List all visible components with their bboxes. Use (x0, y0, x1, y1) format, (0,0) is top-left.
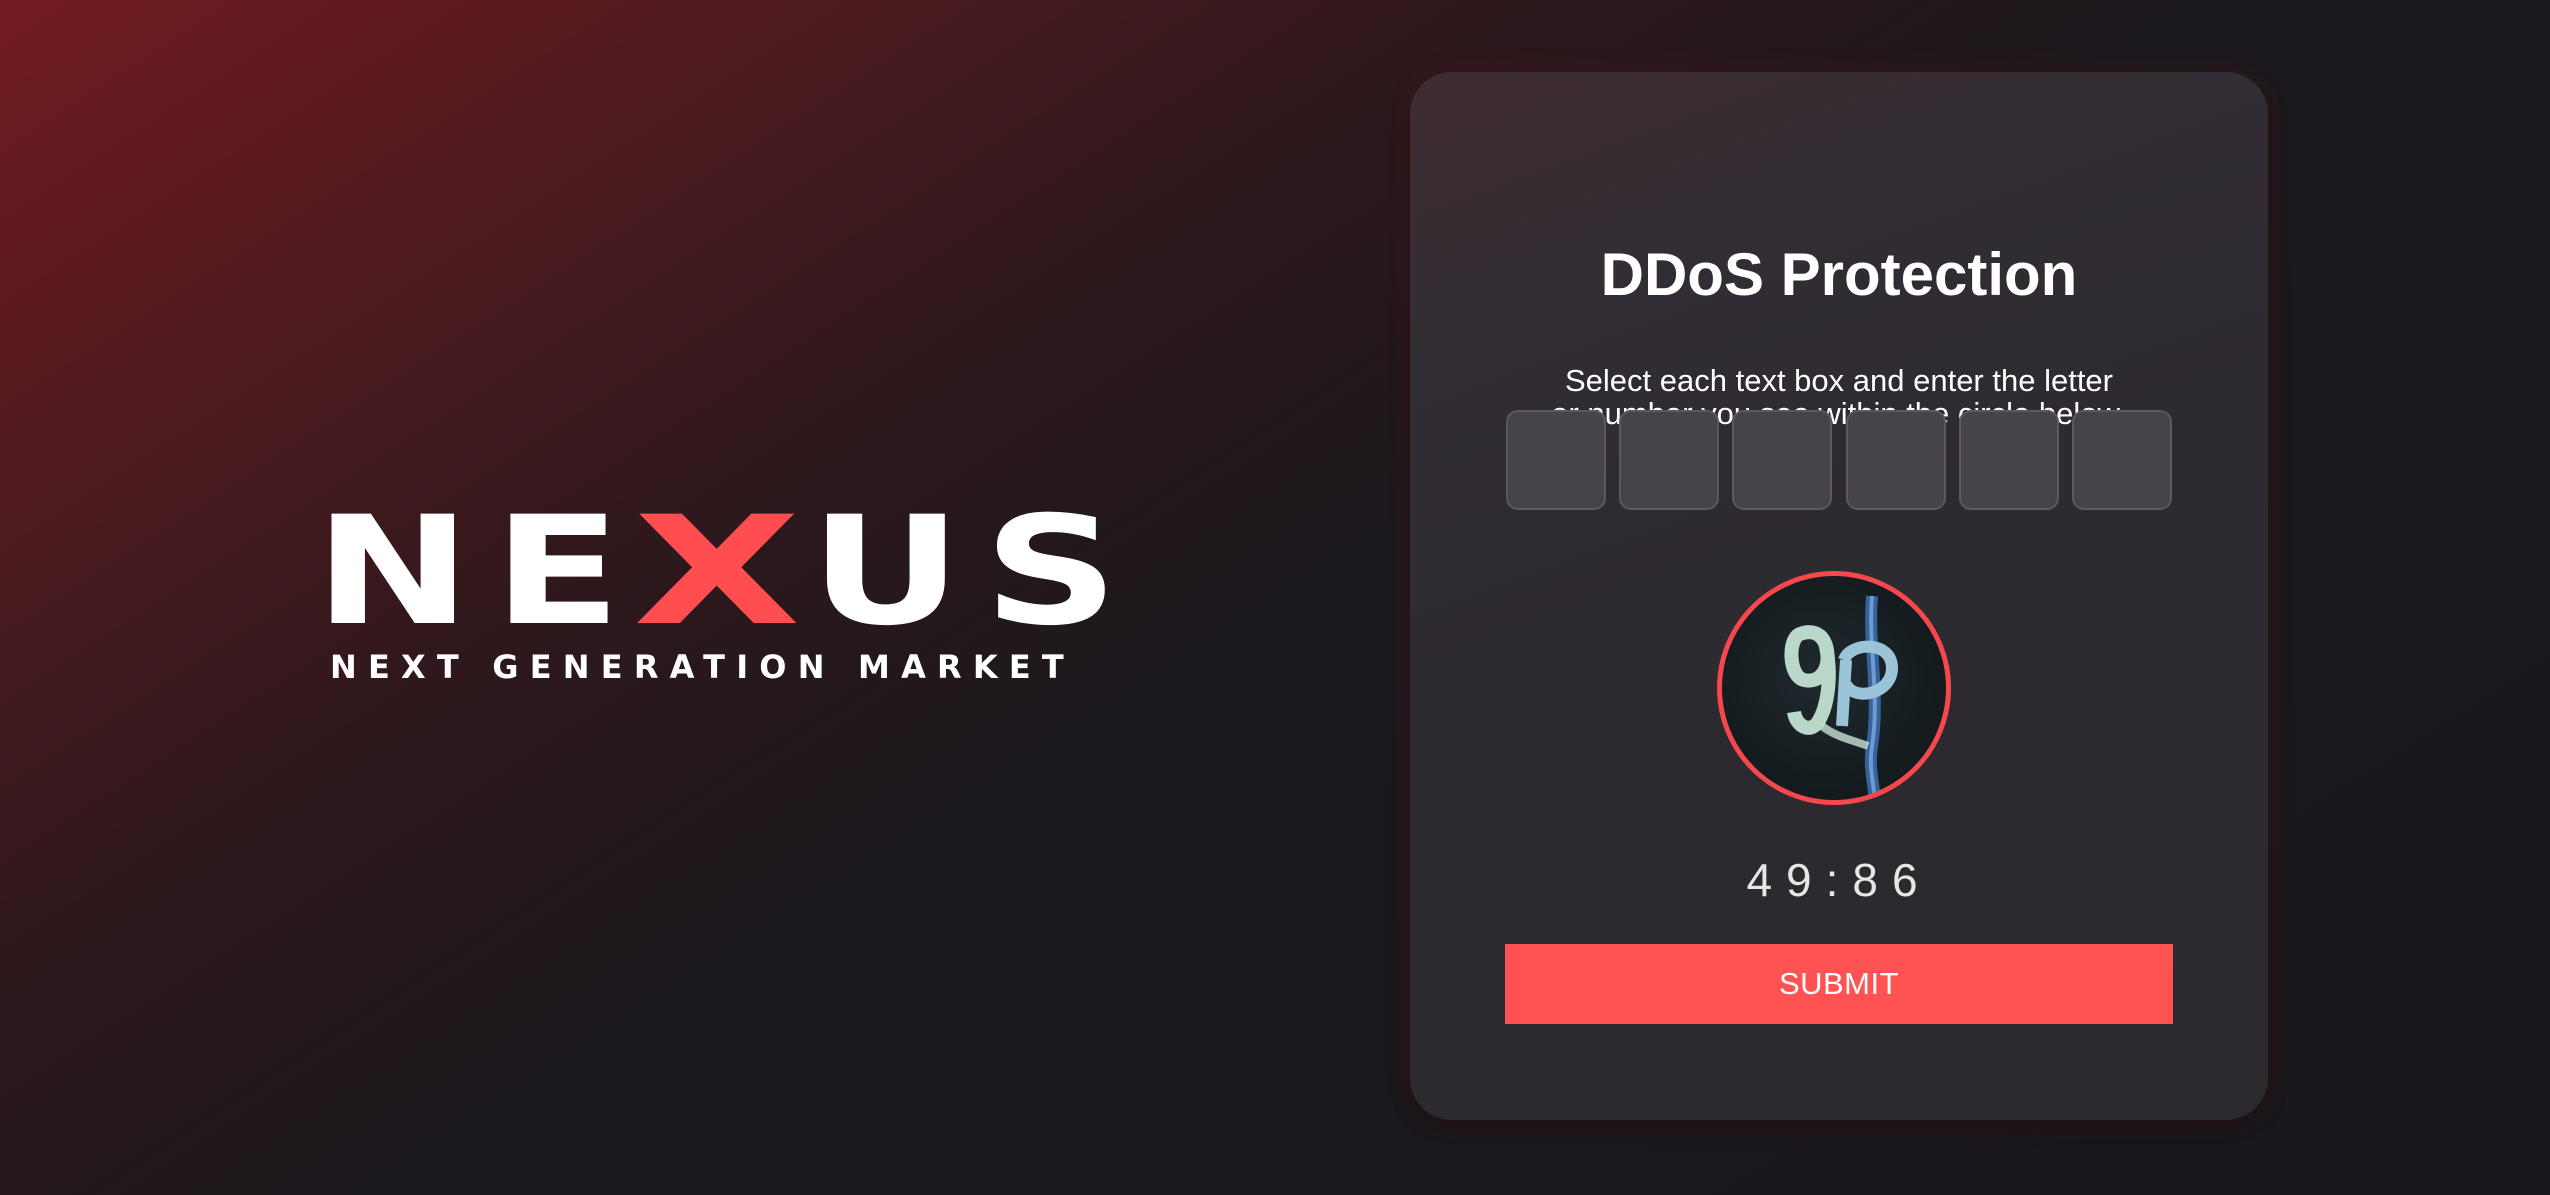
logo-letter-e: E (493, 485, 622, 659)
logo-letter-s: S (983, 485, 1119, 659)
code-input-5[interactable] (1958, 410, 2059, 510)
captcha-circle-image (1717, 571, 1951, 805)
ddos-protection-card: DDoS Protection Select each text box and… (1410, 72, 2268, 1120)
logo-wordmark: N E X U S (314, 485, 1118, 659)
logo-letter-n: N (314, 485, 472, 659)
code-input-3[interactable] (1732, 410, 1833, 510)
captcha-glyph-image (1784, 595, 1899, 800)
countdown-timer: 49:86 (1746, 854, 1932, 906)
code-input-6[interactable] (2071, 410, 2172, 510)
code-input-4[interactable] (1845, 410, 1946, 510)
nexus-logo: N E X U S NEXT GENERATION MARKET (314, 485, 1118, 690)
logo-letter-u: U (809, 485, 962, 659)
card-title: DDoS Protection (1600, 241, 2078, 308)
logo-tagline: NEXT GENERATION MARKET (330, 648, 1075, 686)
instruction-line-1: Select each text box and enter the lette… (1564, 363, 2113, 398)
logo-letter-x-accent: X (632, 485, 801, 659)
submit-button[interactable]: SUBMIT (1505, 944, 2173, 1024)
code-input-2[interactable] (1619, 410, 1720, 510)
captcha-code-inputs (1506, 410, 2172, 512)
code-input-1[interactable] (1506, 410, 1606, 510)
